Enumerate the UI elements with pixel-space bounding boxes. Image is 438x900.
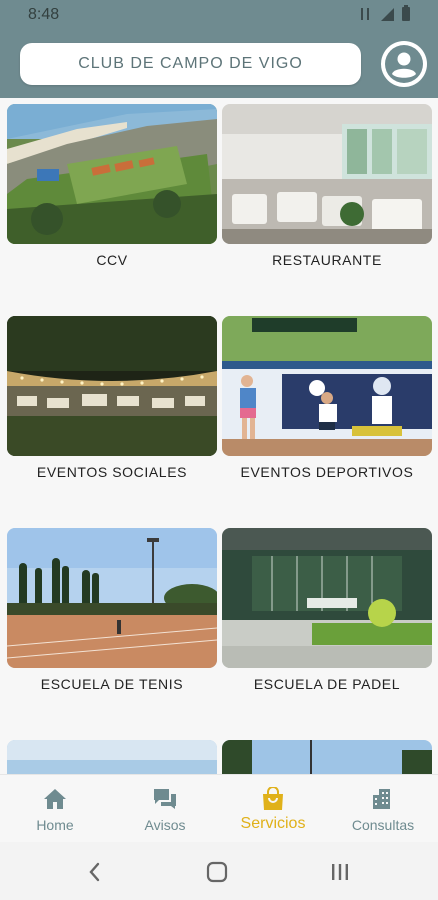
padel-school-image <box>222 528 432 668</box>
club-title-pill[interactable]: CLUB DE CAMPO DE VIGO <box>20 43 361 85</box>
club-title: CLUB DE CAMPO DE VIGO <box>78 55 303 72</box>
service-card-escuela-de-padel[interactable]: ESCUELA DE PADEL <box>222 528 432 696</box>
status-time: 8:48 <box>28 6 60 23</box>
service-label: EVENTOS SOCIALES <box>36 464 188 480</box>
status-bar: 8:48 <box>0 0 438 30</box>
account-icon <box>385 45 423 83</box>
service-card-partial-right[interactable] <box>222 740 432 774</box>
service-card-eventos-sociales[interactable]: EVENTOS SOCIALES <box>7 316 217 484</box>
back-icon[interactable] <box>80 858 110 886</box>
sports-events-image <box>222 316 432 456</box>
service-card-eventos-deportivos[interactable]: EVENTOS DEPORTIVOS <box>222 316 432 484</box>
service-label: ESCUELA DE TENIS <box>40 676 184 692</box>
nav-servicios[interactable]: Servicios <box>218 775 328 843</box>
nav-home[interactable]: Home <box>0 775 110 843</box>
home-button-icon[interactable] <box>202 858 232 886</box>
service-card-restaurante[interactable]: RESTAURANTE <box>222 104 432 272</box>
nav-label-servicios: Servicios <box>240 815 306 832</box>
system-navigation-bar <box>0 842 438 900</box>
bottom-navigation: Home Avisos Servicios Consultas <box>0 774 438 842</box>
nav-avisos[interactable]: Avisos <box>110 775 220 843</box>
nav-label-avisos: Avisos <box>144 817 186 833</box>
service-card-escuela-de-tenis[interactable]: ESCUELA DE TENIS <box>7 528 217 696</box>
battery-icon <box>402 5 410 21</box>
profile-button[interactable] <box>381 41 427 87</box>
restaurant-image <box>222 104 432 244</box>
recent-apps-icon[interactable] <box>325 858 355 886</box>
partial-image-left <box>7 740 217 774</box>
service-card-ccv[interactable]: CCV <box>7 104 217 272</box>
signal-icon <box>381 7 394 21</box>
service-card-partial-left[interactable] <box>7 740 217 774</box>
building-icon <box>373 789 390 809</box>
service-label: ESCUELA DE PADEL <box>253 676 401 692</box>
chat-icon <box>154 789 176 809</box>
home-icon <box>44 789 66 809</box>
partial-image-right <box>222 740 432 774</box>
service-label: RESTAURANTE <box>272 252 382 268</box>
nav-label-home: Home <box>36 817 74 833</box>
status-icons <box>359 5 410 21</box>
service-label: EVENTOS DEPORTIVOS <box>240 464 414 480</box>
mobile-data-icon <box>359 7 373 21</box>
ccv-aerial-image <box>7 104 217 244</box>
app-header: CLUB DE CAMPO DE VIGO <box>0 30 438 98</box>
service-label: CCV <box>96 252 128 268</box>
services-grid: CCV RESTAURANTE EVENTOS SOCIALES EVENTOS… <box>0 98 438 774</box>
social-events-image <box>7 316 217 456</box>
shopping-bag-icon <box>263 787 283 810</box>
tennis-school-image <box>7 528 217 668</box>
nav-label-consultas: Consultas <box>351 817 415 833</box>
nav-consultas[interactable]: Consultas <box>328 775 438 843</box>
